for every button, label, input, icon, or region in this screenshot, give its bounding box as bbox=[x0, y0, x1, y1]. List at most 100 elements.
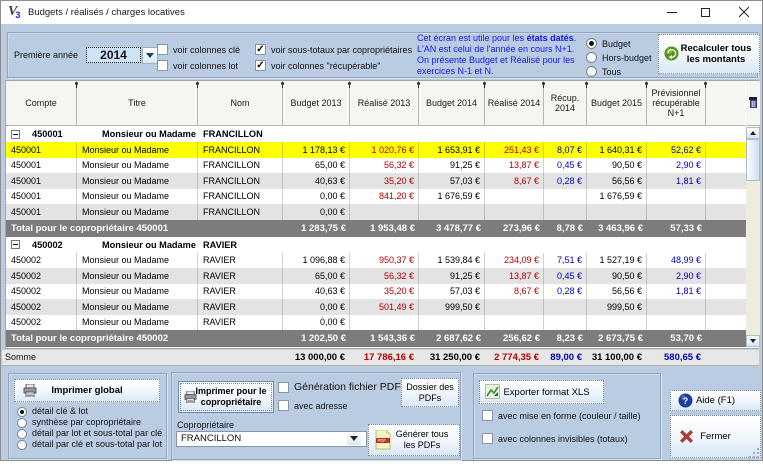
column-header[interactable]: Budget 2015 bbox=[587, 81, 647, 126]
column-header[interactable]: Réalisé 2013 bbox=[350, 81, 419, 126]
cell: 65,00 € bbox=[283, 158, 350, 174]
column-header[interactable]: Budget 2013 bbox=[283, 81, 350, 126]
column-header[interactable]: Compte bbox=[6, 81, 77, 126]
cell: 1 640,31 € bbox=[587, 142, 647, 158]
app-logo-icon: V3 bbox=[8, 4, 24, 20]
help-button[interactable]: ?Aide (F1) bbox=[670, 390, 761, 411]
scroll-up-button[interactable] bbox=[746, 127, 760, 139]
cell: 0,00 € bbox=[283, 204, 350, 220]
cell: RAVIER bbox=[198, 315, 283, 331]
svg-text:PDF: PDF bbox=[378, 438, 387, 443]
cell: 0,45 € bbox=[544, 158, 587, 174]
cell: 450002 bbox=[6, 315, 77, 331]
checkbox-recuperable[interactable] bbox=[255, 60, 266, 71]
cell: 450001 bbox=[6, 204, 77, 220]
export-xls-button[interactable]: Exporter format XLS bbox=[479, 380, 604, 404]
generate-pdfs-button[interactable]: PDFGénérer tousles PDFs bbox=[368, 424, 460, 456]
first-year-label: Première année bbox=[14, 50, 78, 60]
column-pin-icon bbox=[195, 82, 200, 88]
pdf-folder-button[interactable]: Dossier desPDFs bbox=[401, 378, 459, 407]
maximize-button[interactable] bbox=[690, 1, 720, 23]
cell: 1 527,19 € bbox=[587, 253, 647, 269]
cell: 450001 bbox=[6, 189, 77, 205]
group-header-row[interactable]: 450001Monsieur ou MadameFRANCILLON bbox=[6, 126, 746, 142]
cell: 273,96 € bbox=[485, 220, 544, 237]
column-header[interactable]: PrévisionnelrécupérableN+1 bbox=[647, 81, 706, 126]
checkbox-generation-pdf[interactable] bbox=[278, 382, 289, 393]
column-pin-icon bbox=[347, 82, 352, 88]
year-select[interactable]: 2014 bbox=[86, 47, 141, 63]
vertical-scrollbar[interactable] bbox=[746, 127, 760, 347]
radio-budget[interactable] bbox=[586, 38, 597, 49]
info-text: Cet écran est utile pour les états datés… bbox=[417, 33, 592, 77]
checkbox-colonnes-invisibles[interactable] bbox=[482, 433, 493, 444]
table-row[interactable]: 450001Monsieur ou MadameFRANCILLON40,63 … bbox=[6, 173, 746, 189]
close-button[interactable] bbox=[729, 1, 759, 23]
cell bbox=[419, 315, 485, 331]
table-row[interactable]: 450001Monsieur ou MadameFRANCILLON0,00 € bbox=[6, 204, 746, 220]
print-global-button[interactable]: Imprimer global bbox=[14, 379, 160, 402]
column-pin-icon bbox=[280, 82, 285, 88]
pdf-file-icon: PDF bbox=[375, 430, 391, 450]
checkbox-mise-en-forme[interactable] bbox=[482, 410, 493, 421]
scroll-down-button[interactable] bbox=[746, 335, 760, 347]
year-select-arrow[interactable] bbox=[142, 47, 158, 64]
print-mode-radio[interactable] bbox=[17, 440, 27, 450]
cell: 48,99 € bbox=[647, 253, 706, 269]
column-header[interactable]: Nom bbox=[198, 81, 283, 126]
column-header[interactable]: Titre bbox=[77, 81, 198, 126]
cell: FRANCILLON bbox=[198, 173, 283, 189]
sum-row: 13 000,00 €17 786,16 €31 250,00 €2 774,3… bbox=[2, 349, 759, 366]
print-copro-button[interactable]: Imprimer pour lecopropriétaire bbox=[178, 381, 274, 413]
group-header-row[interactable]: 450002Monsieur ou MadameRAVIER bbox=[6, 237, 746, 253]
table-row[interactable]: 450001Monsieur ou MadameFRANCILLON0,00 €… bbox=[6, 189, 746, 205]
resize-grip[interactable] bbox=[748, 446, 760, 458]
table-row[interactable]: 450002Monsieur ou MadameRAVIER0,00 € bbox=[6, 315, 746, 331]
column-pin-icon bbox=[703, 82, 708, 88]
table-row[interactable]: 450002Monsieur ou MadameRAVIER0,00 €501,… bbox=[6, 299, 746, 315]
cell: 8,78 € bbox=[544, 220, 587, 237]
checkbox-sous-totaux[interactable] bbox=[255, 44, 266, 55]
trash-icon[interactable] bbox=[748, 95, 758, 106]
column-header[interactable]: Budget 2014 bbox=[419, 81, 485, 126]
group-account: 450001 bbox=[32, 129, 63, 139]
cell: 1 676,59 € bbox=[587, 189, 647, 205]
column-pin-icon bbox=[74, 82, 79, 88]
print-mode-radio[interactable] bbox=[17, 429, 27, 439]
cell: 7,51 € bbox=[544, 253, 587, 269]
table-row[interactable]: 450002Monsieur ou MadameRAVIER65,00 €56,… bbox=[6, 268, 746, 284]
cell: 91,25 € bbox=[419, 268, 485, 284]
checkbox-avec-adresse[interactable] bbox=[278, 400, 289, 411]
radio-tous[interactable] bbox=[586, 66, 597, 77]
checkbox-voir-colonnes-cle[interactable] bbox=[157, 44, 168, 55]
column-header[interactable]: Récup.2014 bbox=[544, 81, 587, 126]
copro-select-arrow[interactable] bbox=[347, 432, 361, 445]
cell bbox=[587, 204, 647, 220]
collapse-icon[interactable] bbox=[11, 130, 20, 139]
scrollbar-thumb[interactable] bbox=[746, 139, 760, 181]
copro-select[interactable]: FRANCILLON bbox=[176, 431, 367, 447]
sum-cell: 17 786,16 € bbox=[349, 350, 418, 365]
cell: 91,25 € bbox=[419, 158, 485, 174]
cell: 450001 bbox=[6, 142, 77, 158]
cell: 8,67 € bbox=[485, 284, 544, 300]
table-row[interactable]: 450002Monsieur ou MadameRAVIER1 096,88 €… bbox=[6, 253, 746, 269]
collapse-icon[interactable] bbox=[11, 240, 20, 249]
group-total-label: Total pour le copropriétaire 450002 bbox=[6, 330, 283, 347]
table-row[interactable]: 450001Monsieur ou MadameFRANCILLON1 178,… bbox=[6, 142, 746, 158]
cell: Monsieur ou Madame bbox=[77, 158, 198, 174]
minimize-button[interactable] bbox=[657, 1, 687, 23]
print-mode-radio[interactable] bbox=[17, 407, 27, 417]
column-header-empty bbox=[706, 81, 745, 126]
cell bbox=[350, 315, 419, 331]
cell: 450001 bbox=[6, 158, 77, 174]
cell: 256,62 € bbox=[485, 330, 544, 347]
radio-hors-budget[interactable] bbox=[586, 52, 597, 63]
column-header[interactable]: Réalisé 2014 bbox=[485, 81, 544, 126]
checkbox-voir-colonnes-lot[interactable] bbox=[157, 60, 168, 71]
checkbox-sous-totaux-label: voir sous-totaux par copropriétaires bbox=[271, 45, 412, 55]
print-mode-radio[interactable] bbox=[17, 418, 27, 428]
table-row[interactable]: 450002Monsieur ou MadameRAVIER40,63 €35,… bbox=[6, 284, 746, 300]
table-row[interactable]: 450001Monsieur ou MadameFRANCILLON65,00 … bbox=[6, 158, 746, 174]
recalculate-icon bbox=[664, 46, 679, 61]
